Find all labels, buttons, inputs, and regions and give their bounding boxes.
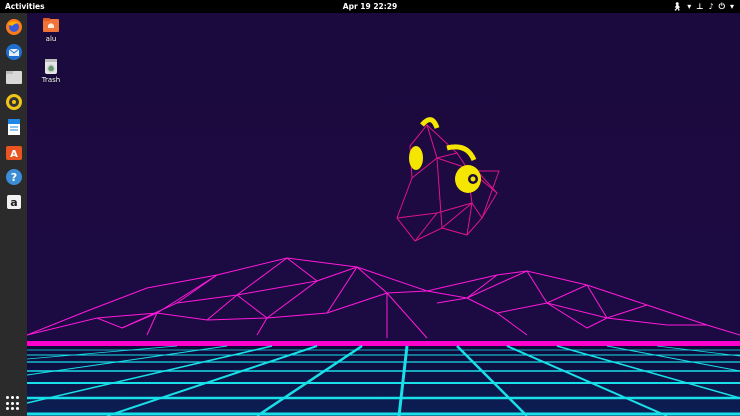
svg-text:♻: ♻: [48, 65, 54, 73]
trash-icon: ♻: [42, 57, 60, 75]
desktop-icon-home[interactable]: alu: [31, 16, 71, 43]
volume-icon[interactable]: ♪: [709, 1, 714, 12]
clock[interactable]: Apr 19 22:29: [0, 2, 740, 11]
amazon-icon[interactable]: a: [4, 192, 23, 211]
show-applications-icon[interactable]: [6, 396, 21, 411]
store-icon[interactable]: A: [4, 142, 23, 161]
power-icon[interactable]: ⏻: [719, 1, 725, 12]
svg-text:a: a: [10, 196, 17, 209]
svg-text:?: ?: [10, 171, 16, 184]
help-icon[interactable]: ?: [4, 167, 23, 186]
horizon-line: [27, 341, 740, 346]
music-icon[interactable]: [4, 92, 23, 111]
top-bar: Activities Apr 19 22:29 🚶︎ ▾ ⊥ ♪ ⏻ ▾: [0, 0, 740, 13]
desktop-icon-label: alu: [45, 35, 57, 43]
dock: A ? a: [0, 13, 27, 416]
folder-icon[interactable]: [4, 67, 23, 86]
network-icon[interactable]: ⊥: [696, 1, 703, 12]
desktop-icon-trash[interactable]: ♻ Trash: [31, 57, 71, 84]
desktop-icon-label: Trash: [41, 76, 61, 84]
desktop-wallpaper: [27, 13, 740, 416]
chevron-down-icon[interactable]: ▾: [730, 1, 734, 12]
document-icon[interactable]: [4, 117, 23, 136]
chevron-down-icon[interactable]: ▾: [687, 1, 691, 12]
system-tray[interactable]: 🚶︎ ▾ ⊥ ♪ ⏻ ▾: [672, 1, 734, 12]
svg-text:A: A: [10, 149, 18, 160]
accessibility-icon[interactable]: 🚶︎: [672, 1, 682, 12]
firefox-icon[interactable]: [4, 17, 23, 36]
mail-icon[interactable]: [4, 42, 23, 61]
home-folder-icon: [42, 16, 60, 34]
